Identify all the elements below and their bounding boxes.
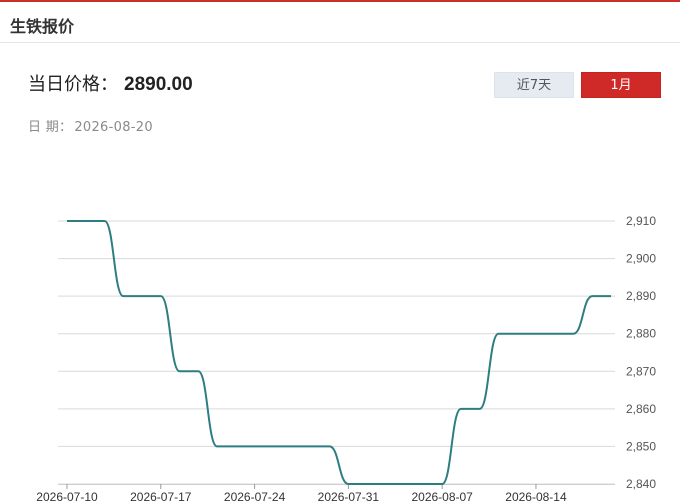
x-tick-label: 2026-08-14 [505, 490, 567, 502]
y-tick-label: 2,890 [626, 289, 656, 303]
y-tick-label: 2,870 [626, 364, 656, 378]
x-tick-label: 2026-07-10 [36, 490, 98, 502]
y-tick-label: 2,860 [626, 402, 656, 416]
y-tick-label: 2,880 [626, 327, 656, 341]
price-line-chart: 2,840 2,850 2,860 2,870 2,880 2,890 2,900 2,910… [36, 214, 656, 502]
x-tick-label: 2026-07-31 [318, 490, 380, 502]
price-series-line [67, 220, 611, 485]
x-tick-label: 2026-08-07 [411, 490, 473, 502]
y-tick-label: 2,840 [626, 477, 656, 491]
x-tick-label: 2026-07-24 [224, 490, 286, 502]
y-tick-label: 2,910 [626, 214, 656, 228]
y-tick-label: 2,850 [626, 439, 656, 453]
x-tick-label: 2026-07-17 [130, 490, 192, 502]
y-tick-label: 2,900 [626, 252, 656, 266]
